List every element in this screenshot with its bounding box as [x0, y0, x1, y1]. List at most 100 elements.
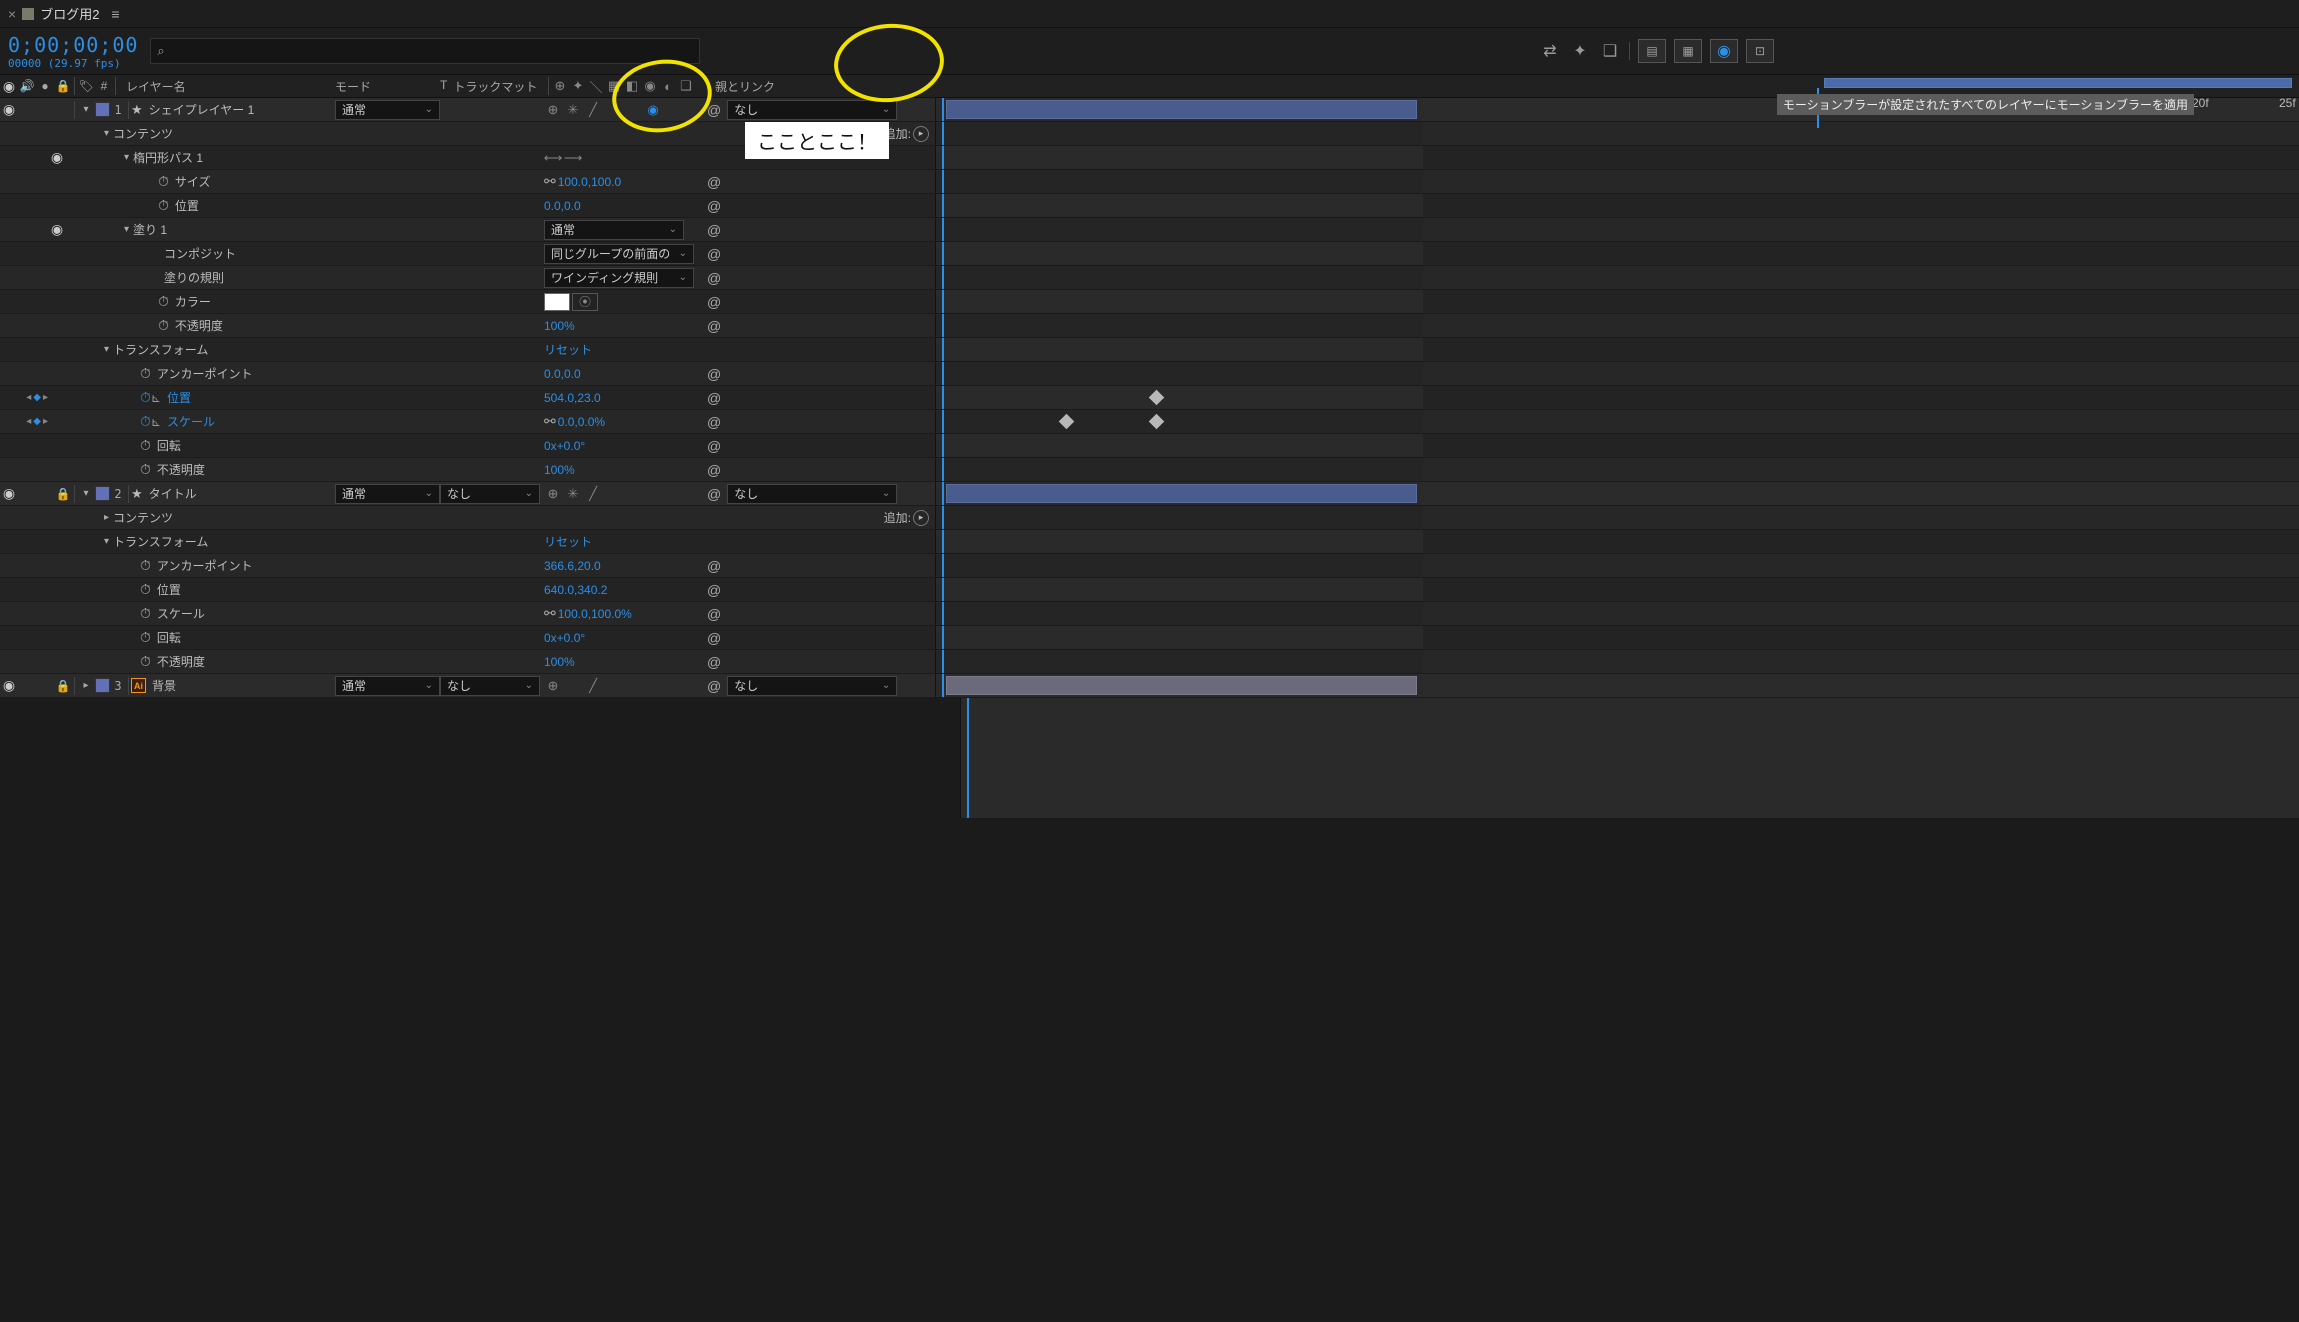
l1-color-picker[interactable]: ⦿: [572, 293, 598, 311]
expression-pickwhip-icon[interactable]: @: [707, 558, 721, 574]
l1-rule-select[interactable]: ワインディング規則⌄: [544, 268, 694, 288]
layer3-bar[interactable]: [946, 676, 1417, 695]
ellipse-sizelink-icon[interactable]: ⟷: [544, 149, 562, 167]
l1-fill-vis[interactable]: ◉: [48, 221, 66, 238]
l2-anchor-value[interactable]: 366.6,20.0: [544, 559, 601, 573]
expression-pickwhip-icon[interactable]: @: [707, 414, 721, 430]
layer1-quality[interactable]: ╱: [584, 101, 602, 119]
l1-size-stopwatch[interactable]: ⏱: [158, 173, 169, 190]
col-audio-icon[interactable]: 🔊: [18, 79, 36, 93]
frameblend-toggle-button[interactable]: ▦: [1674, 39, 1702, 63]
layer2-pickwhip-icon[interactable]: @: [707, 486, 721, 502]
layer2-fx[interactable]: ✳: [564, 485, 582, 503]
l1-fill-mode-select[interactable]: 通常⌄: [544, 220, 684, 240]
constrain-icon[interactable]: ⚯: [544, 173, 556, 190]
layer3-name[interactable]: 背景: [146, 677, 176, 694]
layer3-trkmat-select[interactable]: なし⌄: [440, 676, 540, 696]
expression-pickwhip-icon[interactable]: @: [707, 582, 721, 598]
motionblur-toggle-button[interactable]: ◉: [1710, 39, 1738, 63]
l2-scale-stopwatch[interactable]: ⏱: [140, 605, 151, 622]
layer2-visibility[interactable]: ◉: [0, 485, 18, 502]
l1-tpos-stopwatch[interactable]: ⏱: [140, 389, 151, 406]
l2-xform-reset[interactable]: リセット: [544, 533, 592, 550]
comp-flow-icon[interactable]: ⇄: [1539, 40, 1561, 62]
layer1-motionblur[interactable]: ◉: [644, 101, 662, 119]
expression-pickwhip-icon[interactable]: @: [707, 630, 721, 646]
l1-anchor-stopwatch[interactable]: ⏱: [140, 365, 151, 382]
layer1-shy[interactable]: ⊕: [544, 101, 562, 119]
l1-rot-value[interactable]: 0x+0.0°: [544, 439, 585, 453]
l2-add-button[interactable]: ▸: [913, 510, 929, 526]
constrain-icon[interactable]: ⚯: [544, 413, 556, 430]
l1-comp-select[interactable]: 同じグループの前面の⌄: [544, 244, 694, 264]
layer3-parent-select[interactable]: なし⌄: [727, 676, 897, 696]
expression-pickwhip-icon[interactable]: @: [707, 270, 721, 286]
l1-color-chip[interactable]: [544, 293, 570, 311]
expression-pickwhip-icon[interactable]: @: [707, 174, 721, 190]
l1-fillop-stopwatch[interactable]: ⏱: [158, 317, 169, 334]
graph-editor-button[interactable]: ⊡: [1746, 39, 1774, 63]
expression-pickwhip-icon[interactable]: @: [707, 222, 721, 238]
work-area-bar[interactable]: [1824, 78, 2292, 88]
col-solo-icon[interactable]: ●: [36, 79, 54, 93]
expression-pickwhip-icon[interactable]: @: [707, 390, 721, 406]
keyframe[interactable]: [1149, 390, 1165, 406]
keyframe[interactable]: [1149, 414, 1165, 430]
l1-xform-reset[interactable]: リセット: [544, 341, 592, 358]
expression-pickwhip-icon[interactable]: @: [707, 198, 721, 214]
l2-pos-value[interactable]: 640.0,340.2: [544, 583, 607, 597]
expression-pickwhip-icon[interactable]: @: [707, 366, 721, 382]
l1-scale-stopwatch[interactable]: ⏱: [140, 413, 151, 430]
l2-opac-stopwatch[interactable]: ⏱: [140, 653, 151, 670]
expression-pickwhip-icon[interactable]: @: [707, 294, 721, 310]
expression-pickwhip-icon[interactable]: @: [707, 246, 721, 262]
graph-icon[interactable]: ⊾: [151, 415, 161, 429]
layer2-parent-select[interactable]: なし⌄: [727, 484, 897, 504]
l2-rot-stopwatch[interactable]: ⏱: [140, 629, 151, 646]
layer2-mode-select[interactable]: 通常⌄: [335, 484, 440, 504]
shy-toggle-button[interactable]: ▤: [1638, 39, 1666, 63]
l1-size-value[interactable]: 100.0,100.0: [558, 175, 621, 189]
l1-ellipse-vis[interactable]: ◉: [48, 149, 66, 166]
constrain-icon[interactable]: ⚯: [544, 605, 556, 622]
l1-ellipse-label[interactable]: 楕円形パス 1: [129, 149, 203, 166]
layer1-parent-select[interactable]: なし⌄: [727, 100, 897, 120]
ellipse-shape-icon[interactable]: ⟶: [564, 149, 582, 167]
layer1-name[interactable]: シェイプレイヤー 1: [143, 101, 255, 118]
l1-topac-stopwatch[interactable]: ⏱: [140, 461, 151, 478]
expression-pickwhip-icon[interactable]: @: [707, 438, 721, 454]
layer1-label-color[interactable]: [95, 102, 110, 117]
layer2-name[interactable]: タイトル: [143, 485, 197, 502]
l1-fill-label[interactable]: 塗り 1: [129, 221, 167, 238]
col-visibility-icon[interactable]: ◉: [0, 78, 18, 95]
panel-close-x[interactable]: ×: [8, 6, 16, 22]
panel-menu-icon[interactable]: ≡: [111, 6, 119, 22]
col-lock-icon[interactable]: 🔒: [54, 79, 72, 93]
graph-icon[interactable]: ⊾: [151, 391, 161, 405]
l1-tpos-value[interactable]: 504.0,23.0: [544, 391, 601, 405]
panel-tab-label[interactable]: ブログ用2: [40, 4, 99, 23]
layer3-pickwhip-icon[interactable]: @: [707, 678, 721, 694]
l1-pos-value[interactable]: 0.0,0.0: [544, 199, 581, 213]
expression-pickwhip-icon[interactable]: @: [707, 462, 721, 478]
l1-rot-stopwatch[interactable]: ⏱: [140, 437, 151, 454]
l1-add-button[interactable]: ▸: [913, 126, 929, 142]
l1-color-stopwatch[interactable]: ⏱: [158, 293, 169, 310]
l1-tpos-kfnav[interactable]: ◂◆▸: [0, 392, 48, 403]
layer2-label-color[interactable]: [95, 486, 110, 501]
l1-fillop-value[interactable]: 100%: [544, 319, 575, 333]
expression-pickwhip-icon[interactable]: @: [707, 654, 721, 670]
layer1-visibility[interactable]: ◉: [0, 101, 18, 118]
layer2-bar[interactable]: [946, 484, 1417, 503]
layer3-lock[interactable]: 🔒: [54, 679, 72, 693]
layer3-quality[interactable]: ╱: [584, 677, 602, 695]
layer2-trkmat-select[interactable]: なし⌄: [440, 484, 540, 504]
layer3-visibility[interactable]: ◉: [0, 677, 18, 694]
l2-scale-value[interactable]: 100.0,100.0%: [558, 607, 632, 621]
layer2-shy[interactable]: ⊕: [544, 485, 562, 503]
search-input[interactable]: ⌕: [150, 38, 700, 64]
l1-scale-value[interactable]: 0.0,0.0%: [558, 415, 605, 429]
l2-pos-stopwatch[interactable]: ⏱: [140, 581, 151, 598]
expression-pickwhip-icon[interactable]: @: [707, 318, 721, 334]
layer1-bar[interactable]: [946, 100, 1417, 119]
